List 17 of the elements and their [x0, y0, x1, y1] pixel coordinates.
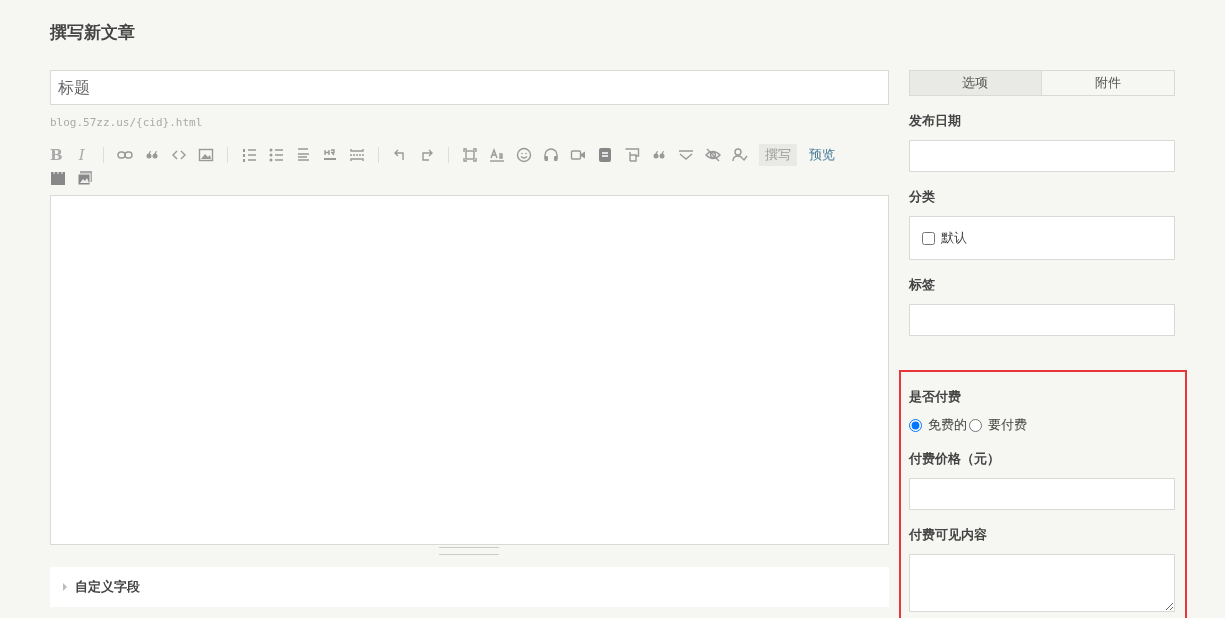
field-label: 发布日期 [908, 112, 962, 130]
field-label: 标签 [908, 276, 936, 294]
url-hint: blog.57zz.us/{cid}.html [50, 116, 204, 129]
sidebar-tab[interactable]: 选项 [908, 70, 1043, 96]
page-title: 撰写新文章 [50, 21, 136, 44]
field-label: 是否付费 [908, 388, 962, 406]
checkbox-label: 默认 [940, 229, 967, 247]
field-label: 付费价格（元） [908, 450, 1001, 468]
editor-mode-tab[interactable]: 预览 [802, 144, 841, 166]
field-label: 付费可见内容 [908, 526, 988, 544]
title-field[interactable]: 标题 [50, 70, 889, 105]
custom-fields-bar[interactable]: 自定义字段 [50, 567, 889, 607]
radio-label: 要付费 [987, 416, 1027, 434]
sidebar-tab[interactable]: 附件 [1042, 70, 1175, 96]
radio-label: 免费的 [927, 416, 967, 434]
field-label: 分类 [908, 188, 936, 206]
editor-mode-tab[interactable]: 撰写 [758, 144, 797, 166]
